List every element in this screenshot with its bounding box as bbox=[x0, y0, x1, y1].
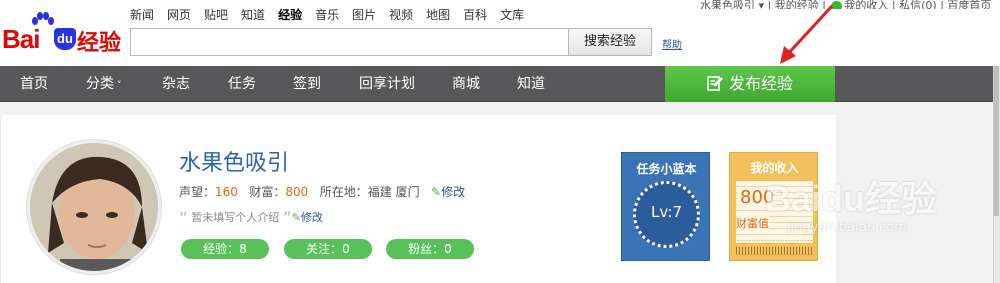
following-count-pill[interactable]: 关注：0 bbox=[284, 239, 372, 259]
user-bar: 水果色吸引 ▾ | 我的经验 | 我的收入 | 私信(0) | 百度首页 bbox=[700, 0, 1000, 9]
watermark-line2: jingyan.baidu.com bbox=[787, 220, 907, 235]
close-quote-icon: ” bbox=[282, 209, 292, 229]
profile-card: 水果色吸引 声望：160 财富：800 所在地：福建 厦门 ✎修改 “ 暂未填写… bbox=[0, 115, 836, 283]
nav-item-category[interactable]: 分类 ˅ bbox=[86, 66, 122, 102]
topnav-item-jingyan[interactable]: 经验 bbox=[278, 6, 302, 23]
nav-item-mall[interactable]: 商城 bbox=[452, 66, 480, 102]
topnav-item-video[interactable]: 视频 bbox=[389, 6, 413, 23]
header: Bai du 经验 新闻 网页 贴吧 知道 经验 音乐 图片 视频 地图 百科 … bbox=[0, 0, 1000, 66]
watermark-line1: Baidu经验 bbox=[765, 178, 938, 219]
topnav-item-map[interactable]: 地图 bbox=[426, 6, 450, 23]
experience-count-pill[interactable]: 经验：8 bbox=[181, 239, 269, 259]
wealth-label: 财富： bbox=[249, 185, 286, 199]
task-box-title: 任务小蓝本 bbox=[636, 162, 697, 176]
location-label: 所在地： bbox=[319, 185, 368, 199]
paw-icon bbox=[32, 12, 54, 25]
level-value: Lv:7 bbox=[650, 203, 682, 221]
baidu-jingyan-watermark: Baidu经验 jingyan.baidu.com bbox=[765, 170, 995, 270]
annotation-arrow-icon bbox=[780, 4, 834, 64]
topnav-item-music[interactable]: 音乐 bbox=[315, 6, 339, 23]
top-navigation: 新闻 网页 贴吧 知道 经验 音乐 图片 视频 地图 百科 文库 bbox=[130, 6, 537, 23]
task-blue-book[interactable]: 任务小蓝本 Lv:7 bbox=[621, 152, 710, 261]
avatar[interactable] bbox=[27, 140, 161, 274]
topnav-item-images[interactable]: 图片 bbox=[352, 6, 376, 23]
topnav-item-baike[interactable]: 百科 bbox=[463, 6, 487, 23]
pencil-icon: ✎ bbox=[431, 185, 442, 199]
pencil-icon: ✎ bbox=[291, 211, 301, 224]
publish-experience-button[interactable]: 发布经验 bbox=[665, 66, 835, 102]
avatar-photo bbox=[30, 143, 158, 271]
topnav-item-tieba[interactable]: 贴吧 bbox=[204, 6, 228, 23]
logo-suffix-text: 经验 bbox=[77, 31, 122, 56]
main-navbar: 首页 分类 ˅ 杂志 任务 签到 回享计划 商城 知道 发布经验 bbox=[0, 66, 993, 102]
user-stats: 声望：160 财富：800 所在地：福建 厦门 ✎修改 bbox=[179, 183, 465, 200]
topnav-item-wenku[interactable]: 文库 bbox=[500, 6, 524, 23]
page: { "brand": { "logo_bai": "Bai", "logo_du… bbox=[0, 0, 1000, 283]
logo-du-text: du bbox=[54, 28, 76, 50]
baidu-jingyan-logo[interactable]: Bai du 经验 bbox=[2, 12, 124, 56]
reputation-label: 声望： bbox=[179, 185, 216, 199]
location-edit-link[interactable]: 修改 bbox=[441, 185, 465, 199]
nav-item-zhidao[interactable]: 知道 bbox=[517, 66, 545, 102]
wealth-value: 800 bbox=[285, 185, 309, 199]
reputation-value: 160 bbox=[215, 185, 238, 199]
topnav-item-web[interactable]: 网页 bbox=[167, 6, 191, 23]
open-quote-icon: “ bbox=[179, 209, 188, 229]
nav-item-share-plan[interactable]: 回享计划 bbox=[359, 66, 415, 102]
user-links-right[interactable]: 我的收入 | 私信(0) | 百度首页 bbox=[844, 0, 991, 9]
fans-count-pill[interactable]: 粉丝：0 bbox=[386, 239, 474, 259]
help-link[interactable]: 帮助 bbox=[662, 36, 682, 51]
nav-item-category-label: 分类 bbox=[86, 76, 114, 92]
location-value: 福建 厦门 bbox=[367, 185, 420, 199]
publish-label: 发布经验 bbox=[728, 74, 793, 93]
user-name[interactable]: 水果色吸引 bbox=[179, 145, 289, 177]
nav-item-home[interactable]: 首页 bbox=[20, 66, 48, 102]
search-button[interactable]: 搜索经验 bbox=[568, 28, 652, 56]
intro-text: 暂未填写个人介绍 bbox=[191, 211, 280, 224]
nav-item-checkin[interactable]: 签到 bbox=[293, 66, 321, 102]
intro-edit-link[interactable]: 修改 bbox=[301, 211, 323, 224]
user-intro: “ 暂未填写个人介绍 ”✎修改 bbox=[179, 209, 323, 229]
nav-item-tasks[interactable]: 任务 bbox=[228, 66, 256, 102]
edit-icon bbox=[707, 76, 723, 91]
topnav-item-news[interactable]: 新闻 bbox=[130, 6, 154, 23]
search-input[interactable] bbox=[130, 28, 570, 56]
nav-item-magazine[interactable]: 杂志 bbox=[162, 66, 190, 102]
chevron-down-icon: ˅ bbox=[117, 81, 122, 91]
topnav-item-zhidao[interactable]: 知道 bbox=[241, 6, 265, 23]
